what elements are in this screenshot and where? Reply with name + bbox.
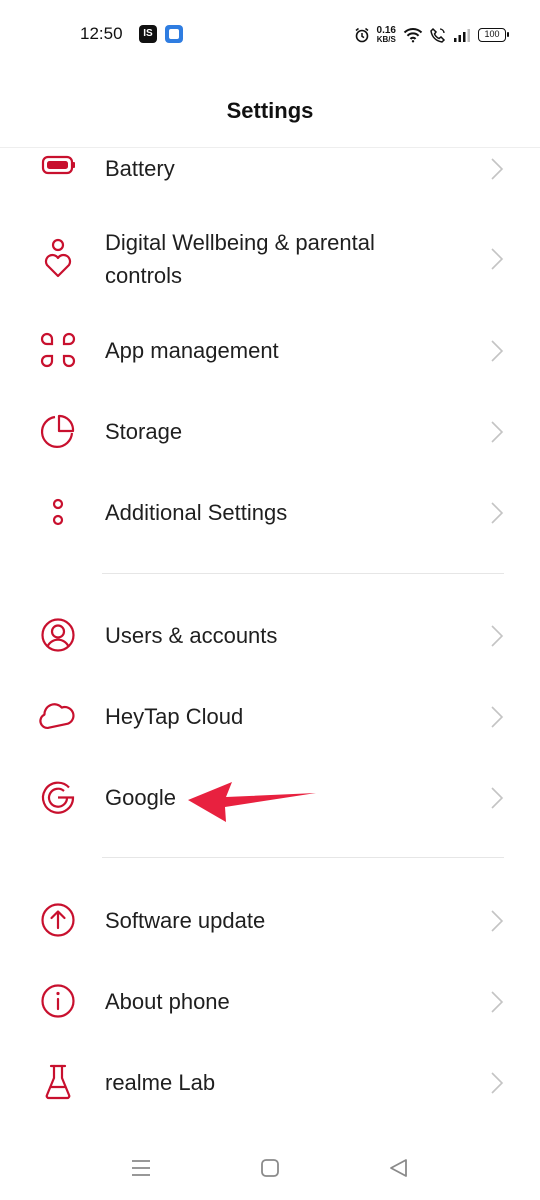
info-circle-icon — [38, 981, 78, 1021]
settings-item-about-phone[interactable]: About phone — [0, 981, 540, 1023]
call-icon — [430, 27, 446, 43]
chevron-right-icon — [490, 158, 504, 180]
pie-chart-icon — [38, 411, 78, 451]
dots-icon — [38, 492, 78, 532]
chevron-right-icon — [490, 991, 504, 1013]
chevron-right-icon — [490, 787, 504, 809]
home-button[interactable] — [258, 1156, 282, 1180]
settings-item-label: Battery — [105, 156, 175, 181]
cloud-icon — [38, 696, 78, 736]
chevron-right-icon — [490, 706, 504, 728]
chevron-right-icon — [490, 340, 504, 362]
section-divider — [102, 573, 504, 574]
wellbeing-heart-icon — [38, 238, 78, 278]
settings-item-label: Software update — [105, 908, 266, 933]
settings-item-app-management[interactable]: App management — [0, 330, 540, 372]
settings-item-label: Users & accounts — [105, 623, 278, 648]
settings-item-label: Storage — [105, 419, 183, 444]
arrow-up-circle-icon — [38, 900, 78, 940]
settings-item-battery[interactable]: Battery — [0, 148, 540, 190]
settings-item-users-accounts[interactable]: Users & accounts — [0, 615, 540, 657]
app-header: Settings — [0, 70, 540, 148]
settings-item-digital-wellbeing[interactable]: Digital Wellbeing & parental controls — [0, 222, 540, 298]
chevron-right-icon — [490, 910, 504, 932]
flask-icon — [38, 1062, 78, 1102]
settings-item-label: About phone — [105, 989, 230, 1014]
notification-app-icon-2 — [165, 25, 183, 43]
chevron-right-icon — [490, 625, 504, 647]
settings-item-label: Digital Wellbeing & parental controls — [105, 230, 375, 288]
notification-app-icon: IS — [139, 25, 157, 43]
back-button[interactable] — [387, 1156, 411, 1180]
battery-indicator: 100 — [478, 28, 509, 42]
settings-item-label: realme Lab — [105, 1070, 216, 1095]
settings-item-heytap-cloud[interactable]: HeyTap Cloud — [0, 696, 540, 738]
user-circle-icon — [38, 615, 78, 655]
battery-icon — [38, 147, 78, 187]
system-navigation-bar — [0, 1140, 540, 1200]
chevron-right-icon — [490, 1072, 504, 1094]
chevron-right-icon — [490, 502, 504, 524]
alarm-icon — [355, 27, 368, 43]
settings-item-label: Google — [105, 785, 176, 810]
status-bar: 12:50 IS 0.16 KB/S 100 — [0, 0, 540, 70]
recent-apps-button[interactable] — [129, 1156, 153, 1180]
annotation-arrow-icon — [188, 782, 316, 822]
network-speed: 0.16 KB/S — [376, 25, 396, 45]
page-title: Settings — [226, 98, 314, 123]
settings-item-additional-settings[interactable]: Additional Settings — [0, 492, 540, 534]
settings-item-storage[interactable]: Storage — [0, 411, 540, 453]
google-g-icon — [38, 777, 78, 817]
settings-item-label: App management — [105, 338, 279, 363]
section-divider — [102, 857, 504, 858]
settings-item-software-update[interactable]: Software update — [0, 900, 540, 942]
app-grid-icon — [38, 330, 78, 370]
status-icons: 0.16 KB/S 100 — [354, 24, 509, 46]
signal-icon — [454, 29, 470, 42]
status-time: 12:50 — [80, 24, 123, 43]
settings-item-realme-lab[interactable]: realme Lab — [0, 1062, 540, 1104]
wifi-icon — [403, 28, 423, 43]
chevron-right-icon — [490, 248, 504, 270]
settings-item-label: HeyTap Cloud — [105, 704, 244, 729]
settings-item-label: Additional Settings — [105, 500, 288, 525]
chevron-right-icon — [490, 421, 504, 443]
